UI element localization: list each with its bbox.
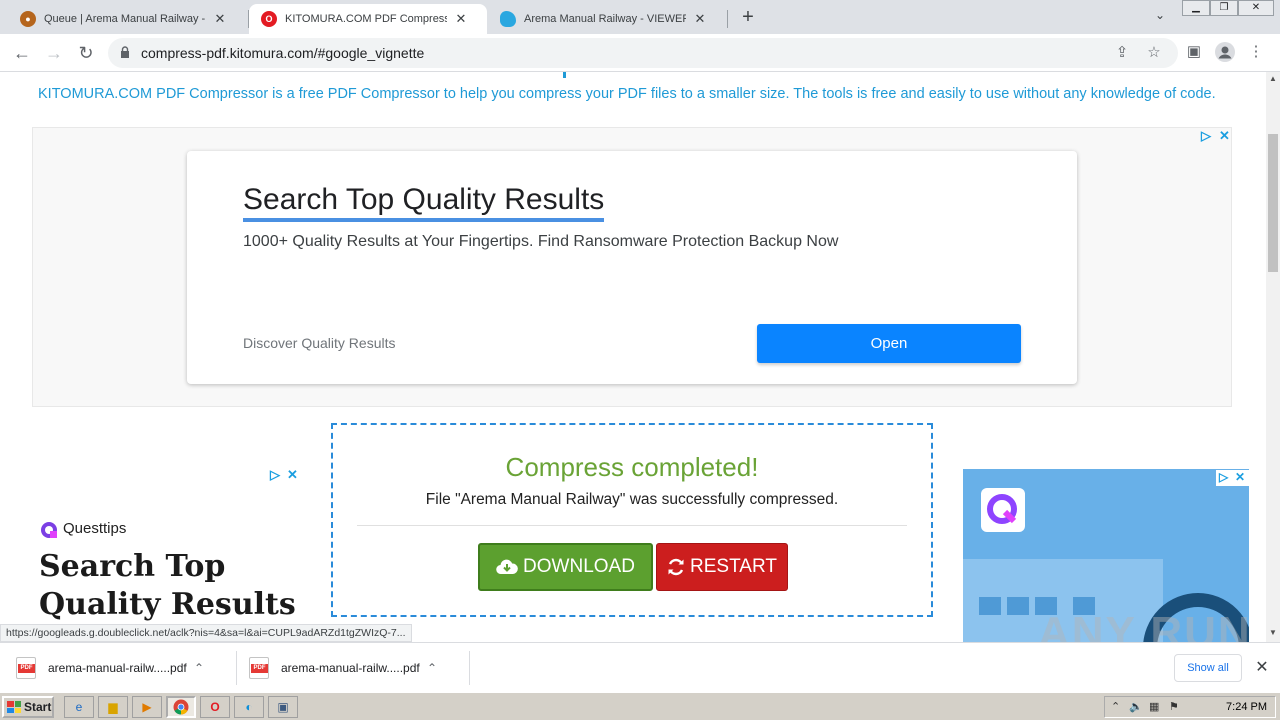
result-message: File "Arema Manual Railway" was successf… <box>425 491 839 508</box>
ad-close-icon[interactable]: ✕ <box>1219 128 1230 144</box>
url-text: compress-pdf.kitomura.com/#google_vignet… <box>141 45 425 61</box>
tab-viewer[interactable]: Arema Manual Railway - VIEWER XDF ✕ <box>488 4 726 34</box>
ad-brand: Questtips <box>63 520 127 537</box>
tab-strip: ● Queue | Arema Manual Railway - PDF ✕ O… <box>0 0 1280 34</box>
scroll-up-icon[interactable]: ▲ <box>1266 72 1280 86</box>
ad-headline[interactable]: Search Top Quality Results <box>39 548 309 624</box>
close-tab-icon[interactable]: ✕ <box>692 11 708 27</box>
media-player-icon[interactable]: ▶ <box>132 696 162 718</box>
close-tab-icon[interactable]: ✕ <box>212 11 228 27</box>
restore-icon[interactable]: ❐ <box>1210 0 1238 16</box>
new-tab-button[interactable]: + <box>736 6 760 30</box>
clock: 7:24 PM <box>1226 701 1267 713</box>
windows-logo-icon <box>7 701 21 713</box>
questtips-logo-icon <box>41 522 57 538</box>
blocky-globe-icon: ● <box>20 11 36 27</box>
window-app-icon[interactable]: ▣ <box>268 696 298 718</box>
ad-open-button[interactable]: Open <box>757 324 1021 363</box>
volume-icon[interactable]: 🔈 <box>1129 700 1143 713</box>
left-ad[interactable]: ▷ ✕ Questtips Search Top Quality Results <box>0 462 310 642</box>
ad-headline[interactable]: Search Top Quality Results <box>243 183 605 222</box>
page-scrollbar[interactable]: ▲ ▼ <box>1266 72 1280 642</box>
opera-icon[interactable]: O <box>200 696 230 718</box>
opera-icon: O <box>261 11 277 27</box>
address-bar[interactable]: compress-pdf.kitomura.com/#google_vignet… <box>108 38 1178 68</box>
download-button[interactable]: DOWNLOAD <box>478 543 653 591</box>
scroll-remnant <box>563 72 566 78</box>
chrome-icon[interactable] <box>166 696 196 718</box>
restart-label: RESTART <box>690 556 777 577</box>
download-item[interactable]: PDF arema-manual-railw.....pdf ⌃ <box>249 651 443 685</box>
close-tab-icon[interactable]: ✕ <box>453 11 469 27</box>
download-label: DOWNLOAD <box>523 556 635 577</box>
show-all-button[interactable]: Show all <box>1174 654 1242 682</box>
tab-queue[interactable]: ● Queue | Arema Manual Railway - PDF ✕ <box>8 4 246 34</box>
download-filename: arema-manual-railw.....pdf <box>48 661 187 675</box>
back-arrow-icon[interactable]: ← <box>10 41 34 65</box>
ad-right-choices[interactable]: ▷ ✕ <box>1216 470 1249 486</box>
reload-icon[interactable]: ↻ <box>74 41 98 65</box>
ie-icon[interactable]: e <box>64 696 94 718</box>
system-tray: ⌃ 🔈 ▦ ⚑ 7:24 PM <box>1104 696 1276 718</box>
tab-title: Arema Manual Railway - VIEWER XDF <box>524 13 686 25</box>
scroll-thumb[interactable] <box>1268 134 1278 272</box>
download-filename: arema-manual-railw.....pdf <box>281 661 420 675</box>
edge-icon[interactable]: ◐ <box>234 696 264 718</box>
compress-result-panel: Compress completed! File "Arema Manual R… <box>331 423 933 617</box>
cloud-download-icon <box>496 559 518 575</box>
tab-title: Queue | Arema Manual Railway - PDF <box>44 13 206 25</box>
cloud-icon <box>500 11 516 27</box>
scroll-down-icon[interactable]: ▼ <box>1266 626 1280 640</box>
browser-toolbar: ← → ↻ compress-pdf.kitomura.com/#google_… <box>0 34 1280 72</box>
start-label: Start <box>24 700 52 714</box>
result-title: Compress completed! <box>505 452 759 482</box>
top-ad-banner[interactable]: ▷ ✕ Search Top Quality Results 1000+ Qua… <box>32 127 1232 407</box>
flag-icon[interactable]: ⚑ <box>1169 700 1179 713</box>
forward-arrow-icon[interactable]: → <box>42 41 66 65</box>
ad-logo-icon <box>981 488 1025 532</box>
refresh-icon <box>668 558 684 576</box>
minimize-icon[interactable]: ▁ <box>1182 0 1210 16</box>
kebab-menu-icon[interactable]: ⋮ <box>1245 42 1267 64</box>
tab-title: KITOMURA.COM PDF Compressor Online <box>285 13 447 25</box>
adchoices-icon[interactable]: ▷ <box>1201 128 1211 144</box>
download-shelf: PDF arema-manual-railw.....pdf ⌃ PDF are… <box>0 642 1280 692</box>
ad-display-url[interactable]: Discover Quality Results <box>243 335 396 351</box>
download-item[interactable]: PDF arema-manual-railw.....pdf ⌃ <box>16 651 210 685</box>
intro-text: KITOMURA.COM PDF Compressor is a free PD… <box>38 86 1216 102</box>
side-panel-icon[interactable]: ▣ <box>1183 42 1205 64</box>
page-viewport: KITOMURA.COM PDF Compressor is a free PD… <box>0 72 1266 642</box>
restart-button[interactable]: RESTART <box>656 543 788 591</box>
chevron-up-icon[interactable]: ⌃ <box>188 661 210 675</box>
profile-avatar-icon[interactable] <box>1214 42 1236 64</box>
share-icon[interactable]: ⇪ <box>1112 43 1132 63</box>
start-button[interactable]: Start <box>2 696 54 718</box>
ad-description: 1000+ Quality Results at Your Fingertips… <box>243 233 839 250</box>
close-window-icon[interactable]: ✕ <box>1238 0 1274 16</box>
adchoices-icon[interactable]: ▷ <box>1219 470 1228 484</box>
ad-close-icon[interactable]: ✕ <box>1235 470 1245 484</box>
close-shelf-icon[interactable]: ✕ <box>1252 657 1272 677</box>
ad-close-icon[interactable]: ✕ <box>287 467 298 483</box>
pdf-icon: PDF <box>16 657 36 679</box>
pdf-icon: PDF <box>249 657 269 679</box>
tab-kitomura[interactable]: O KITOMURA.COM PDF Compressor Online ✕ <box>249 4 487 34</box>
status-bar-url: https://googleads.g.doubleclick.net/aclk… <box>0 624 412 642</box>
adchoices-icon[interactable]: ▷ <box>270 467 280 483</box>
taskbar: Start e ▆ ▶ O ◐ ▣ ⌃ 🔈 ▦ ⚑ 7:24 PM <box>0 692 1280 720</box>
bookmark-star-icon[interactable]: ☆ <box>1144 43 1164 63</box>
ad-card[interactable]: Search Top Quality Results 1000+ Quality… <box>187 151 1077 384</box>
lock-icon <box>121 46 129 58</box>
network-icon[interactable]: ▦ <box>1149 700 1159 713</box>
divider <box>357 525 907 526</box>
tray-expand-icon[interactable]: ⌃ <box>1111 700 1120 713</box>
chevron-up-icon[interactable]: ⌃ <box>421 661 443 675</box>
tab-search-chevron-icon[interactable]: ⌄ <box>1150 8 1170 28</box>
folder-icon[interactable]: ▆ <box>98 696 128 718</box>
